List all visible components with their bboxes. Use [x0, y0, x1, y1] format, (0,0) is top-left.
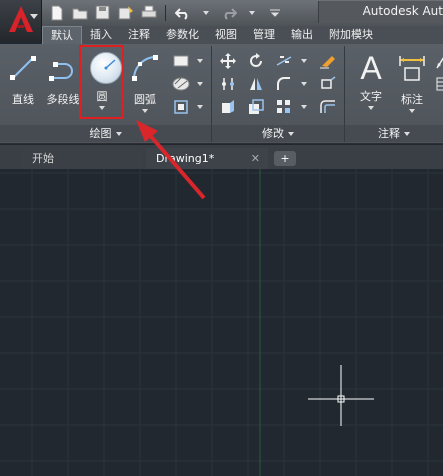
arc-tool-label: 圆弧: [134, 93, 156, 106]
undo-dropdown-icon[interactable]: [197, 4, 214, 21]
open-folder-icon[interactable]: [71, 4, 88, 21]
undo-icon[interactable]: [174, 4, 191, 21]
circle-tool-highlight-box: [79, 45, 124, 119]
fillet-dropdown-icon[interactable]: [294, 75, 314, 93]
text-tool-label: 文字: [360, 90, 382, 103]
window-title: Autodesk Aut: [362, 4, 443, 18]
scale-icon[interactable]: [246, 98, 266, 116]
tab-parametric[interactable]: 参数化: [158, 26, 207, 44]
close-icon[interactable]: ✕: [251, 148, 260, 169]
line-icon: [10, 56, 36, 80]
save-icon[interactable]: [94, 4, 111, 21]
arc-dropdown-icon[interactable]: [142, 109, 148, 113]
text-dropdown-icon[interactable]: [368, 106, 374, 110]
dimension-icon: [399, 56, 425, 81]
text-icon: A: [360, 50, 382, 86]
redo-icon[interactable]: [220, 4, 237, 21]
trim-dropdown-icon[interactable]: [294, 52, 314, 70]
draw-panel-title[interactable]: 绘图: [0, 125, 211, 142]
dimension-dropdown-icon[interactable]: [409, 109, 415, 113]
tab-insert[interactable]: 插入: [82, 26, 120, 44]
move-icon[interactable]: [218, 52, 238, 70]
explode-icon[interactable]: [318, 75, 338, 93]
print-icon[interactable]: [140, 4, 157, 21]
file-tab-bar: 开始 Drawing1* ✕ +: [0, 145, 443, 169]
dimension-tool-label: 标注: [401, 93, 423, 106]
hatch-icon[interactable]: [171, 75, 191, 93]
tab-start[interactable]: 开始: [22, 148, 142, 169]
tab-manage[interactable]: 管理: [245, 26, 283, 44]
tab-drawing1[interactable]: Drawing1* ✕: [146, 148, 268, 169]
quick-access-toolbar: [48, 4, 283, 21]
boundary-icon[interactable]: [171, 98, 191, 116]
polyline-icon: [49, 62, 73, 81]
ribbon-tabs: 默认 插入 注释 参数化 视图 管理 输出 附加模块: [42, 26, 443, 44]
line-tool-label: 直线: [12, 93, 34, 106]
polyline-tool-label: 多段线: [46, 93, 80, 106]
chevron-down-icon: [404, 132, 410, 136]
rotate-icon[interactable]: [246, 52, 266, 70]
draw-panel-title-text: 绘图: [89, 127, 112, 140]
tab-default[interactable]: 默认: [42, 26, 82, 44]
tab-output[interactable]: 输出: [283, 26, 321, 44]
annotation-panel-title-text: 注释: [378, 127, 400, 140]
chevron-down-icon: [288, 132, 294, 136]
boundary-dropdown-icon[interactable]: [190, 98, 210, 116]
dimension-tool-button[interactable]: 标注: [392, 52, 432, 113]
tab-drawing1-label: Drawing1*: [156, 152, 215, 165]
trim-icon[interactable]: [274, 52, 294, 70]
autocad-logo-icon: [9, 6, 33, 32]
customize-toolbar-icon[interactable]: [266, 4, 283, 21]
hatch-dropdown-icon[interactable]: [190, 75, 210, 93]
rectangle-icon[interactable]: [171, 52, 191, 70]
save-as-icon[interactable]: [117, 4, 134, 21]
annotation-panel-title[interactable]: 注释: [345, 125, 443, 142]
copy-icon[interactable]: [218, 75, 238, 93]
text-tool-button[interactable]: A 文字: [351, 52, 391, 110]
table-icon[interactable]: [432, 75, 443, 93]
erase-icon[interactable]: [318, 52, 338, 70]
tab-annotate[interactable]: 注释: [120, 26, 158, 44]
array-dropdown-icon[interactable]: [294, 98, 314, 116]
tab-start-label: 开始: [32, 152, 54, 165]
redo-dropdown-icon[interactable]: [243, 4, 260, 21]
chevron-down-icon: [115, 132, 122, 136]
leader-icon[interactable]: [432, 52, 443, 70]
stretch-icon[interactable]: [218, 98, 238, 116]
tab-addins[interactable]: 附加模块: [321, 26, 381, 44]
toolbar-separator: [165, 4, 166, 21]
line-tool-button[interactable]: 直线: [3, 52, 43, 107]
chevron-down-icon: [30, 14, 38, 19]
fillet-icon[interactable]: [274, 75, 294, 93]
new-tab-button[interactable]: +: [274, 151, 296, 166]
modify-panel-title-text: 修改: [262, 127, 284, 140]
mirror-icon[interactable]: [246, 75, 266, 93]
new-file-icon[interactable]: [48, 4, 65, 21]
arc-icon: [132, 55, 158, 81]
crosshair-cursor-icon: [308, 365, 374, 426]
modify-panel-title[interactable]: 修改: [212, 125, 344, 142]
rectangle-dropdown-icon[interactable]: [190, 52, 210, 70]
polyline-tool-button[interactable]: 多段线: [43, 52, 83, 107]
array-icon[interactable]: [274, 98, 294, 116]
offset-icon[interactable]: [318, 98, 338, 116]
drawing-canvas[interactable]: [0, 169, 443, 476]
tab-view[interactable]: 视图: [207, 26, 245, 44]
application-menu-button[interactable]: [0, 0, 42, 42]
arc-tool-button[interactable]: 圆弧: [125, 52, 165, 113]
